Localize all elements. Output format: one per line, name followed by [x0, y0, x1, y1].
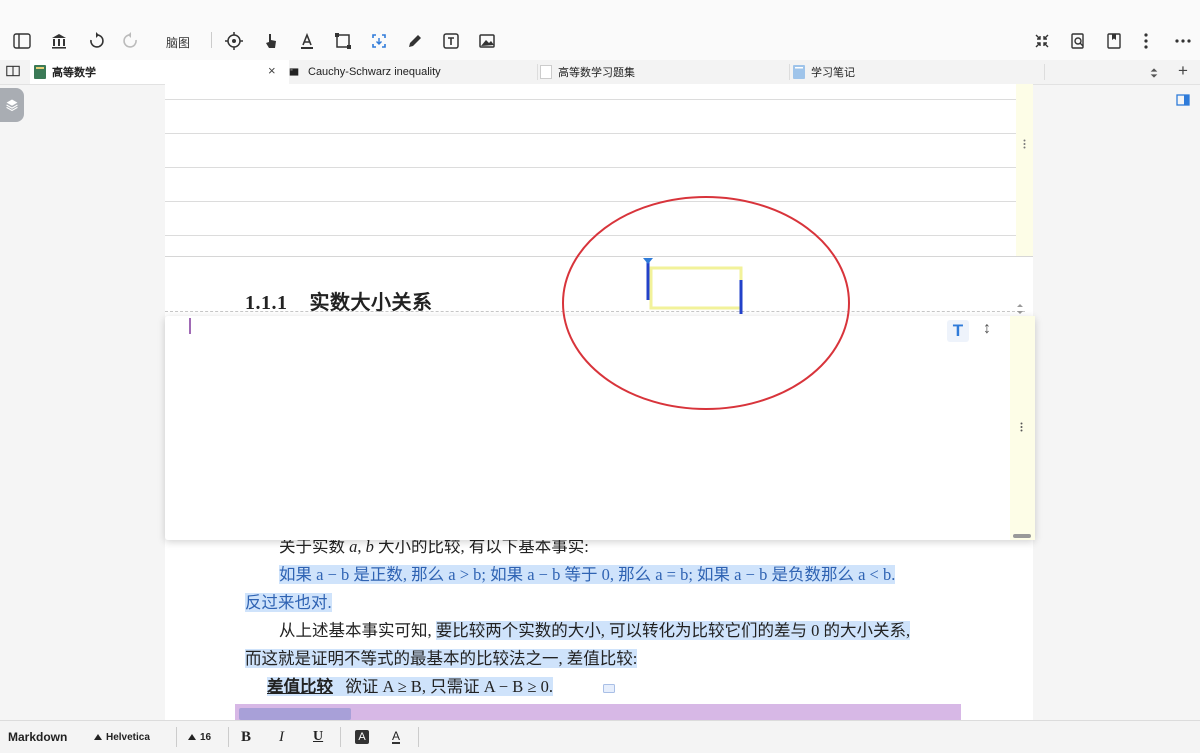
- layers-icon: [6, 99, 18, 112]
- more-horizontal-icon[interactable]: [1172, 30, 1194, 52]
- card-drag-handle-icon[interactable]: [1020, 422, 1023, 432]
- add-tab-button[interactable]: +: [1178, 61, 1188, 81]
- format-bar: Markdown Helvetica 16 B I U A A: [0, 720, 1200, 753]
- definition-line: 差值比较 欲证 A ≥ B, 只需证 A − B ≥ 0.: [267, 673, 997, 701]
- font-size-selector[interactable]: 16: [188, 721, 211, 753]
- more-vertical-icon[interactable]: [1135, 30, 1157, 52]
- layers-button[interactable]: [0, 88, 24, 122]
- snapshot-card[interactable]: T ↕: [165, 316, 1035, 540]
- toolbar-divider: [211, 32, 212, 48]
- table-line: [165, 235, 1016, 236]
- snapshot-icon[interactable]: [368, 30, 390, 52]
- tab-bar: 高等数学 × Cauchy-Schwarz inequality 高等数学习题集…: [0, 60, 1200, 85]
- table-line: [165, 201, 1016, 202]
- format-divider: [340, 727, 341, 747]
- tab-divider: [537, 64, 538, 80]
- italic-button[interactable]: I: [279, 721, 284, 753]
- tab-list-icon[interactable]: [1143, 62, 1165, 84]
- format-divider: [418, 727, 419, 747]
- format-divider: [228, 727, 229, 747]
- blue-statement-line2: 反过来也对.: [245, 593, 332, 612]
- mode-selector[interactable]: Markdown: [8, 721, 67, 753]
- text-highlight-icon[interactable]: [296, 30, 318, 52]
- tab-gaodeng-shuxue[interactable]: 高等数学: [30, 60, 289, 84]
- tab-label: 高等数学: [52, 67, 96, 79]
- collapse-icon[interactable]: [1031, 30, 1053, 52]
- note-margin-strip: [1016, 84, 1033, 256]
- drag-handle-icon[interactable]: [1023, 139, 1026, 149]
- highlight-button[interactable]: A: [355, 721, 369, 753]
- tab-label: 学习笔记: [811, 67, 855, 79]
- textbox-icon[interactable]: [440, 30, 462, 52]
- undo-icon[interactable]: [85, 30, 107, 52]
- table-line: [165, 133, 1016, 134]
- document-icon: [540, 65, 552, 79]
- font-selector[interactable]: Helvetica: [94, 721, 150, 753]
- page-divider: [165, 256, 1033, 257]
- tab-label: Cauchy-Schwarz inequality: [308, 66, 441, 78]
- hand-pointer-icon[interactable]: [260, 30, 282, 52]
- tab-study-notes[interactable]: 学习笔记: [793, 60, 1043, 84]
- redo-icon[interactable]: [120, 30, 142, 52]
- cut-line: [165, 311, 1025, 312]
- underline-button[interactable]: U: [313, 721, 323, 753]
- paragraph-comparison: 从上述基本事实可知, 要比较两个实数的大小, 可以转化为比较它们的差与 0 的大…: [279, 621, 911, 640]
- focus-icon[interactable]: [223, 30, 245, 52]
- bold-button[interactable]: B: [241, 721, 251, 753]
- text-color-button[interactable]: A: [392, 721, 401, 753]
- resize-handle-icon[interactable]: [1016, 304, 1024, 314]
- search-document-icon[interactable]: [1067, 30, 1089, 52]
- library-icon[interactable]: [48, 30, 70, 52]
- caret-up-icon: [94, 734, 102, 740]
- panel-toggle-icon[interactable]: [1176, 94, 1190, 106]
- split-view-icon[interactable]: [4, 62, 22, 80]
- comment-icon[interactable]: [603, 684, 615, 694]
- book-icon: [34, 65, 46, 79]
- highlight-block-tab: [239, 708, 351, 720]
- tab-divider: [789, 64, 790, 80]
- definition-body: 欲证 A ≥ B, 只需证 A − B ≥ 0.: [345, 677, 553, 696]
- caret-up-icon: [188, 734, 196, 740]
- definition-term: 差值比较: [267, 677, 333, 696]
- text-mode-button[interactable]: T: [947, 320, 969, 342]
- text-cursor: [189, 318, 191, 334]
- terminal-icon: [289, 68, 299, 76]
- tab-exercise-collection[interactable]: 高等数学习题集: [540, 60, 790, 84]
- card-resize-grip[interactable]: [1013, 534, 1031, 538]
- sidebar-toggle-icon[interactable]: [11, 30, 33, 52]
- rectangle-select-icon[interactable]: [332, 30, 354, 52]
- notebook-icon: [793, 65, 805, 79]
- pen-icon[interactable]: [404, 30, 426, 52]
- tab-divider: [1044, 64, 1045, 80]
- table-line: [165, 167, 1016, 168]
- bookmark-icon[interactable]: [1103, 30, 1125, 52]
- tab-close-button[interactable]: ×: [268, 63, 276, 78]
- mindmap-button[interactable]: 脑图: [166, 34, 190, 51]
- table-line: [165, 99, 1016, 100]
- paragraph-comparison-line2: 而这就是证明不等式的最基本的比较法之一, 差值比较:: [245, 649, 638, 668]
- blue-statement-line1: 如果 a − b 是正数, 那么 a > b; 如果 a − b 等于 0, 那…: [279, 565, 896, 584]
- tab-label: 高等数学习题集: [558, 67, 635, 79]
- resize-vertical-button[interactable]: ↕: [983, 320, 991, 338]
- toolbar: 脑图: [0, 0, 1200, 60]
- format-divider: [176, 727, 177, 747]
- tab-cauchy-schwarz[interactable]: Cauchy-Schwarz inequality: [286, 60, 536, 84]
- image-icon[interactable]: [476, 30, 498, 52]
